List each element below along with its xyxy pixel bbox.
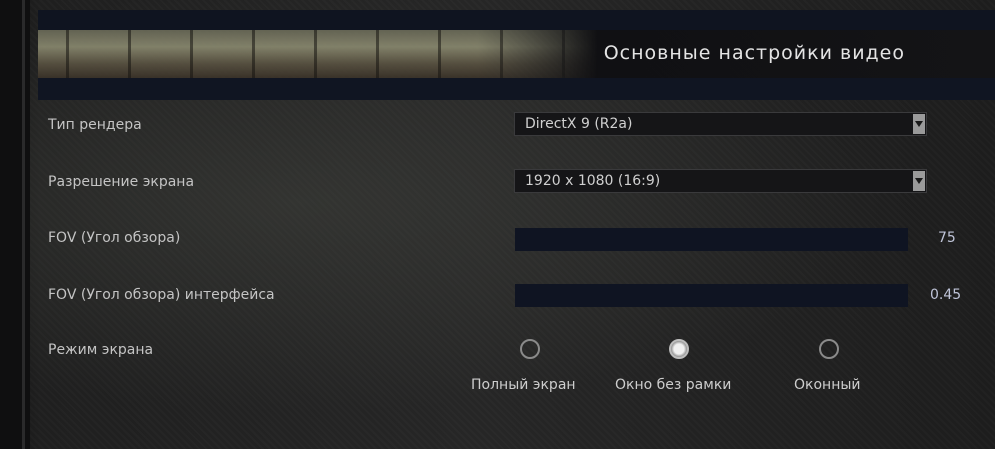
- radio-fullscreen[interactable]: [520, 339, 540, 359]
- hud-fov-value: 0.45: [930, 287, 962, 303]
- hud-fov-slider[interactable]: [515, 284, 908, 307]
- header-image: [38, 30, 598, 78]
- render-type-label: Тип рендера: [48, 117, 142, 133]
- resolution-label: Разрешение экрана: [48, 174, 195, 190]
- header-bottom-band: [38, 78, 995, 100]
- radio-windowed-label: Оконный: [794, 377, 861, 393]
- radio-borderless-label: Окно без рамки: [615, 377, 732, 393]
- resolution-value: 1920 x 1080 (16:9): [525, 173, 661, 189]
- screen-mode-label: Режим экрана: [48, 342, 154, 358]
- dropdown-arrow-icon[interactable]: [913, 171, 925, 191]
- fov-slider[interactable]: [515, 228, 908, 251]
- section-header: Основные настройки видео: [38, 30, 995, 78]
- dropdown-arrow-icon[interactable]: [913, 114, 925, 134]
- left-frame: [0, 0, 30, 449]
- radio-windowed[interactable]: [819, 339, 839, 359]
- top-band: [38, 10, 995, 30]
- hud-fov-label: FOV (Угол обзора) интерфейса: [48, 287, 275, 303]
- render-type-value: DirectX 9 (R2a): [525, 116, 633, 132]
- resolution-dropdown[interactable]: 1920 x 1080 (16:9): [514, 169, 927, 193]
- radio-borderless[interactable]: [669, 339, 689, 359]
- render-type-dropdown[interactable]: DirectX 9 (R2a): [514, 112, 927, 136]
- fov-value: 75: [938, 230, 956, 246]
- section-title: Основные настройки видео: [603, 42, 905, 64]
- radio-fullscreen-label: Полный экран: [471, 377, 576, 393]
- fov-label: FOV (Угол обзора): [48, 230, 181, 246]
